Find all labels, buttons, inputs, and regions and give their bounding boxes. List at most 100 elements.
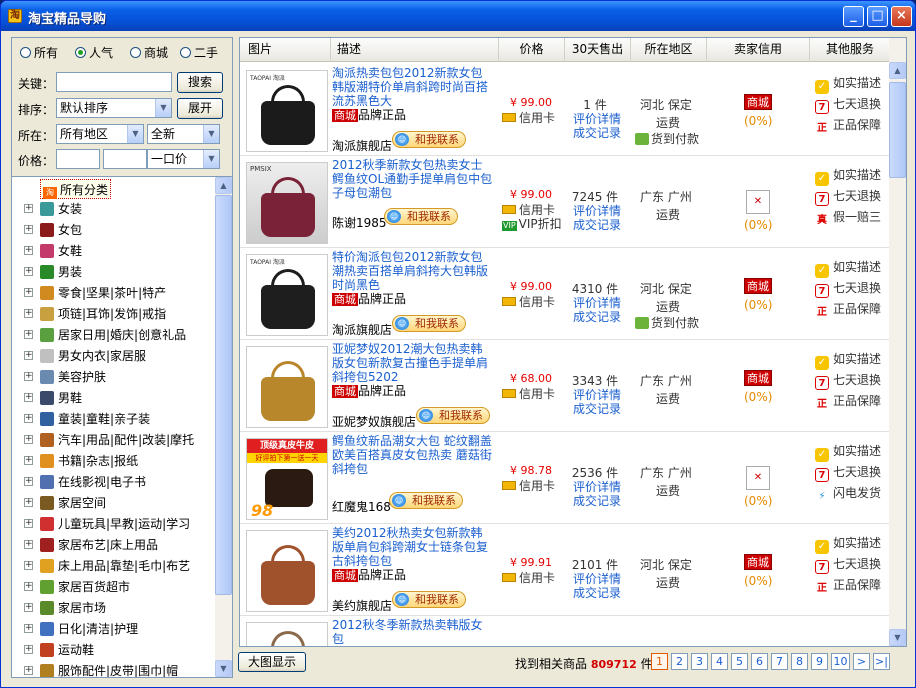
shipping-fee[interactable]: 运费: [656, 206, 680, 223]
page-7-button[interactable]: 7: [771, 653, 788, 670]
shop-name[interactable]: 亚妮梦奴旗舰店: [332, 413, 416, 430]
filter-radio-3[interactable]: 二手: [180, 46, 218, 60]
order-select[interactable]: 默认排序 ▼: [56, 98, 172, 118]
tree-item[interactable]: + 家居市场: [12, 598, 217, 618]
tree-item[interactable]: + 女鞋: [12, 241, 217, 261]
tree-item[interactable]: + 居家日用|婚庆|创意礼品: [12, 325, 217, 345]
product-title-link[interactable]: 淘派热卖包包2012新款女包韩版潮特价单肩斜跨时尚百搭流苏黑色大 商城 品牌正品: [332, 66, 494, 122]
search-button[interactable]: 搜索: [177, 72, 223, 93]
table-row[interactable]: TAOPAI 淘派 淘派热卖包包2012新款女包韩版潮特价单肩斜跨时尚百搭流苏黑色…: [240, 64, 890, 156]
filter-radio-1[interactable]: 人气: [75, 46, 113, 60]
expand-icon[interactable]: +: [24, 435, 33, 444]
expand-icon[interactable]: +: [24, 519, 33, 528]
product-title-link[interactable]: 2012秋季新款女包热卖女士鳄鱼纹OL通勤手提单肩包中包子母包潮包: [332, 158, 494, 200]
tree-item[interactable]: + 项链|耳饰|发饰|戒指: [12, 304, 217, 324]
records-link[interactable]: 成交记录: [573, 400, 621, 417]
expand-icon[interactable]: +: [24, 330, 33, 339]
contact-seller-button[interactable]: ☺ 和我联系: [389, 492, 463, 509]
expand-icon[interactable]: +: [24, 477, 33, 486]
tree-item[interactable]: + 床上用品|靠垫|毛巾|布艺: [12, 556, 217, 576]
tree-item[interactable]: + 男鞋: [12, 388, 217, 408]
product-thumbnail[interactable]: TAOPAI 淘派: [246, 254, 328, 336]
tree-item[interactable]: + 美容护肤: [12, 367, 217, 387]
product-thumbnail[interactable]: TAOPAI 淘派: [246, 70, 328, 152]
expand-icon[interactable]: +: [24, 603, 33, 612]
page-4-button[interactable]: 4: [711, 653, 728, 670]
table-row[interactable]: 顶级真皮牛皮 好评拍下第一送一天 98 鳄鱼纹新品潮女大包 蛇纹翻盖欧美百搭真皮女包热…: [240, 432, 890, 524]
product-title-link[interactable]: 亚妮梦奴2012潮大包热卖韩版女包新款复古撞色手提单肩斜挎包5202 商城 品牌正品: [332, 342, 494, 398]
product-title-link[interactable]: 美约2012秋热卖女包新款韩版单肩包斜跨潮女士链条包复古斜挎包包 商城 品牌正品: [332, 526, 494, 582]
shop-name[interactable]: 陈谢1985: [332, 214, 387, 231]
last-page-button[interactable]: >|: [873, 653, 890, 670]
page-10-button[interactable]: 10: [831, 653, 850, 670]
table-row[interactable]: 2012秋冬季新款热卖韩版女包: [240, 616, 890, 646]
expand-icon[interactable]: +: [24, 561, 33, 570]
page-9-button[interactable]: 9: [811, 653, 828, 670]
tree-item[interactable]: + 童装|童鞋|亲子装: [12, 409, 217, 429]
big-view-button[interactable]: 大图显示: [238, 652, 306, 672]
col-header-price[interactable]: 价格: [499, 38, 565, 62]
grid-scrollbar[interactable]: ▲ ▼: [889, 38, 906, 646]
condition-select[interactable]: 全新 ▼: [147, 124, 220, 144]
tree-root-item[interactable]: 淘所有分类: [40, 179, 112, 199]
expand-icon[interactable]: +: [24, 246, 33, 255]
expand-icon[interactable]: +: [24, 498, 33, 507]
tree-item[interactable]: + 家居布艺|床上用品: [12, 535, 217, 555]
records-link[interactable]: 成交记录: [573, 216, 621, 233]
tree-item[interactable]: + 家居百货超市: [12, 577, 217, 597]
price-max-input[interactable]: [103, 149, 147, 169]
product-thumbnail[interactable]: [246, 530, 328, 612]
table-row[interactable]: 亚妮梦奴2012潮大包热卖韩版女包新款复古撞色手提单肩斜挎包5202 商城 品牌正品…: [240, 340, 890, 432]
shipping-fee[interactable]: 运费: [656, 390, 680, 407]
records-link[interactable]: 成交记录: [573, 492, 621, 509]
product-title-link[interactable]: 鳄鱼纹新品潮女大包 蛇纹翻盖欧美百搭真皮女包热卖 蘑菇街斜挎包: [332, 434, 494, 476]
page-6-button[interactable]: 6: [751, 653, 768, 670]
contact-seller-button[interactable]: ☺ 和我联系: [416, 407, 490, 424]
filter-radio-2[interactable]: 商城: [130, 46, 168, 60]
shop-name[interactable]: 红魔鬼168: [332, 498, 391, 515]
col-header-services[interactable]: 其他服务: [810, 38, 890, 62]
expand-icon[interactable]: +: [24, 393, 33, 402]
tree-item[interactable]: + 汽车|用品|配件|改装|摩托: [12, 430, 217, 450]
expand-icon[interactable]: +: [24, 540, 33, 549]
contact-seller-button[interactable]: ☺ 和我联系: [384, 208, 458, 225]
tree-item[interactable]: + 儿童玩具|早教|运动|学习: [12, 514, 217, 534]
col-header-credit[interactable]: 卖家信用: [707, 38, 810, 62]
product-thumbnail[interactable]: PMSIX: [246, 162, 328, 244]
next-page-button[interactable]: >: [853, 653, 870, 670]
col-header-location[interactable]: 所在地区: [631, 38, 707, 62]
shipping-fee[interactable]: 运费: [656, 482, 680, 499]
minimize-button[interactable]: _: [843, 6, 864, 27]
table-row[interactable]: PMSIX 2012秋季新款女包热卖女士鳄鱼纹OL通勤手提单肩包中包子母包潮包陈谢…: [240, 156, 890, 248]
expand-icon[interactable]: +: [24, 582, 33, 591]
expand-icon[interactable]: +: [24, 456, 33, 465]
tree-item[interactable]: + 女装: [12, 199, 217, 219]
expand-icon[interactable]: +: [24, 414, 33, 423]
scroll-up-icon[interactable]: ▲: [215, 177, 232, 194]
tree-item[interactable]: + 家居空间: [12, 493, 217, 513]
shop-name[interactable]: 美约旗舰店: [332, 597, 392, 614]
tree-item[interactable]: + 男装: [12, 262, 217, 282]
tree-item[interactable]: + 女包: [12, 220, 217, 240]
shop-name[interactable]: 淘派旗舰店: [332, 137, 392, 154]
tree-item[interactable]: + 日化|清洁|护理: [12, 619, 217, 639]
maximize-button[interactable]: □: [867, 6, 888, 27]
product-thumbnail[interactable]: [246, 346, 328, 428]
col-header-desc[interactable]: 描述: [331, 38, 499, 62]
shop-name[interactable]: 淘派旗舰店: [332, 321, 392, 338]
scroll-thumb[interactable]: [215, 195, 232, 595]
expand-icon[interactable]: +: [24, 267, 33, 276]
product-thumbnail[interactable]: [246, 622, 328, 646]
tree-item[interactable]: + 书籍|杂志|报纸: [12, 451, 217, 471]
expand-icon[interactable]: +: [24, 351, 33, 360]
tree-item[interactable]: + 男女内衣|家居服: [12, 346, 217, 366]
contact-seller-button[interactable]: ☺ 和我联系: [392, 131, 466, 148]
page-1-button[interactable]: 1: [651, 653, 668, 670]
col-header-image[interactable]: 图片: [240, 38, 331, 62]
page-3-button[interactable]: 3: [691, 653, 708, 670]
shipping-fee[interactable]: 运费: [656, 298, 680, 315]
product-title-link[interactable]: 特价淘派包包2012新款女包潮热卖百搭单肩斜挎大包韩版时尚黑色 商城 品牌正品: [332, 250, 494, 306]
tree-item[interactable]: + 服饰配件|皮带|围巾|帽: [12, 661, 217, 677]
table-row[interactable]: 美约2012秋热卖女包新款韩版单肩包斜跨潮女士链条包复古斜挎包包 商城 品牌正品美约…: [240, 524, 890, 616]
shipping-fee[interactable]: 运费: [656, 574, 680, 591]
